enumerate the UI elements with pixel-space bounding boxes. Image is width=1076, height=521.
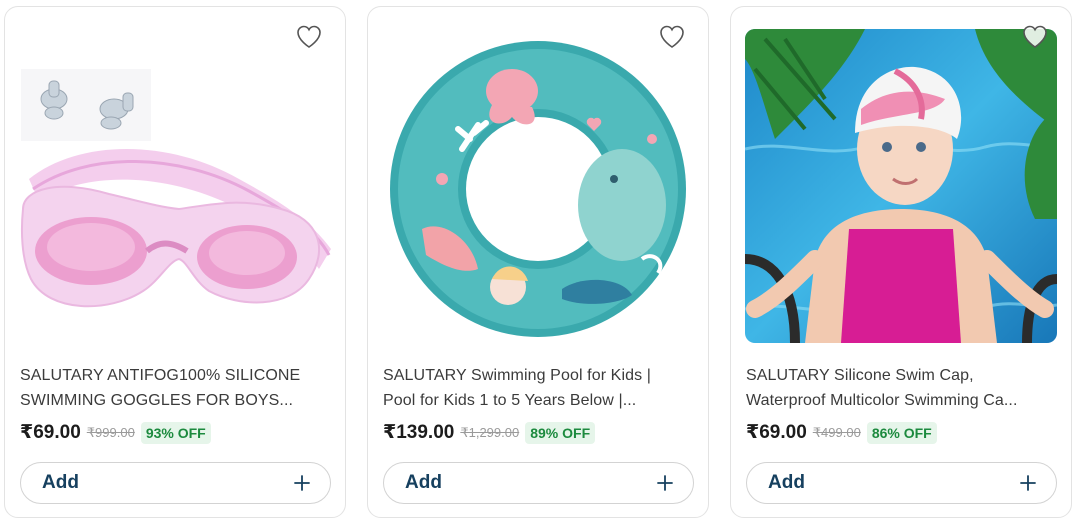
product-title-line: SALUTARY Silicone Swim Cap,: [746, 367, 974, 384]
product-title-line: Pool for Kids 1 to 5 Years Below |...: [383, 392, 637, 409]
heart-icon[interactable]: [1021, 23, 1049, 51]
product-title-line: SALUTARY ANTIFOG100% SILICONE: [20, 367, 301, 384]
plus-icon: [1020, 475, 1036, 491]
product-card[interactable]: SALUTARY Swimming Pool for Kids | Pool f…: [367, 6, 709, 518]
original-price: ₹499.00: [812, 424, 861, 440]
product-title-line: SWIMMING GOGGLES FOR BOYS...: [20, 392, 294, 409]
add-to-cart-button[interactable]: Add: [20, 462, 331, 504]
selling-price: ₹69.00: [20, 422, 81, 443]
discount-badge: 89% OFF: [525, 421, 596, 444]
swimming-goggles-image: [19, 29, 331, 343]
swim-ring-image: [382, 29, 694, 343]
product-card[interactable]: SALUTARY ANTIFOG100% SILICONE SWIMMING G…: [4, 6, 346, 518]
heart-icon[interactable]: [658, 23, 686, 51]
plus-icon: [294, 475, 310, 491]
add-to-cart-button[interactable]: Add: [383, 462, 694, 504]
discount-badge: 93% OFF: [140, 421, 211, 444]
original-price: ₹1,299.00: [460, 424, 520, 440]
product-image[interactable]: [19, 29, 331, 343]
swim-cap-image: [745, 29, 1057, 343]
add-button-label: Add: [405, 472, 442, 493]
plus-icon: [657, 475, 673, 491]
add-button-label: Add: [768, 472, 805, 493]
product-image[interactable]: [382, 29, 694, 343]
product-card[interactable]: SALUTARY Silicone Swim Cap, Waterproof M…: [730, 6, 1072, 518]
price-row: ₹139.00 ₹1,299.00 89% OFF: [383, 421, 596, 444]
product-title-line: Waterproof Multicolor Swimming Ca...: [746, 392, 1018, 409]
product-image[interactable]: [745, 29, 1057, 343]
selling-price: ₹69.00: [746, 422, 807, 443]
add-to-cart-button[interactable]: Add: [746, 462, 1057, 504]
heart-icon[interactable]: [295, 23, 323, 51]
price-row: ₹69.00 ₹999.00 93% OFF: [20, 421, 211, 444]
selling-price: ₹139.00: [383, 422, 455, 443]
product-title[interactable]: SALUTARY ANTIFOG100% SILICONE SWIMMING G…: [20, 363, 332, 413]
original-price: ₹999.00: [86, 424, 135, 440]
product-title[interactable]: SALUTARY Swimming Pool for Kids | Pool f…: [383, 363, 695, 413]
discount-badge: 86% OFF: [866, 421, 937, 444]
add-button-label: Add: [42, 472, 79, 493]
product-title-line: SALUTARY Swimming Pool for Kids |: [383, 367, 651, 384]
product-title[interactable]: SALUTARY Silicone Swim Cap, Waterproof M…: [746, 363, 1058, 413]
price-row: ₹69.00 ₹499.00 86% OFF: [746, 421, 937, 444]
